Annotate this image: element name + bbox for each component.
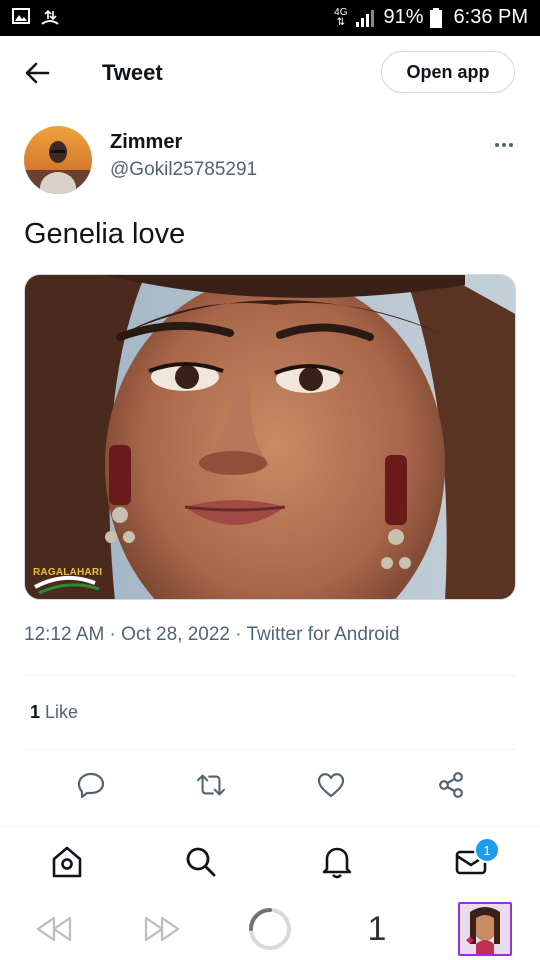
data-arrows-icon: ⇅ <box>336 16 345 28</box>
signal-icon <box>356 9 375 27</box>
rewind-icon <box>36 916 72 942</box>
fast-forward-icon <box>144 916 180 942</box>
battery-icon <box>429 7 442 28</box>
retweet-icon <box>196 774 226 796</box>
reply-button[interactable] <box>76 770 106 800</box>
nav-home[interactable] <box>50 845 84 879</box>
author-avatar[interactable] <box>24 126 92 194</box>
avatar-image <box>24 126 92 194</box>
browser-reload-button[interactable] <box>246 908 294 950</box>
heart-icon <box>317 773 345 798</box>
thumbnail-image <box>460 904 510 954</box>
like-count-label: Like <box>40 702 79 722</box>
more-options-button[interactable] <box>488 138 520 152</box>
like-count-number: 1 <box>30 702 41 722</box>
portrait-photo <box>25 275 515 599</box>
home-icon <box>52 846 82 878</box>
bell-icon <box>322 847 352 879</box>
status-left-icons <box>12 8 60 26</box>
top-bar: Tweet Open app <box>0 36 540 112</box>
divider <box>24 749 516 750</box>
status-bar: 4G ⇅ 91% 6:36 PM <box>0 0 540 36</box>
status-right-icons: 4G ⇅ 91% 6:36 PM <box>334 6 528 29</box>
open-app-button[interactable]: Open app <box>381 51 515 93</box>
more-dot <box>502 143 506 147</box>
search-icon <box>186 847 216 877</box>
more-dot <box>495 143 499 147</box>
nav-search[interactable] <box>184 845 218 879</box>
back-button[interactable] <box>20 58 54 88</box>
battery-percent: 91% <box>383 6 424 28</box>
gallery-notification-icon <box>12 8 30 24</box>
author-name[interactable]: Zimmer <box>110 131 182 154</box>
like-count[interactable]: 1 Like <box>30 702 78 723</box>
tab-count[interactable]: 1 <box>362 908 392 950</box>
more-dot <box>509 143 513 147</box>
like-button[interactable] <box>316 770 346 800</box>
bottom-nav <box>0 826 540 899</box>
browser-forward-button[interactable] <box>140 908 184 950</box>
retweet-button[interactable] <box>196 770 226 800</box>
nav-notifications[interactable] <box>320 845 354 879</box>
divider <box>24 675 516 676</box>
browser-back-button[interactable] <box>32 908 76 950</box>
profile-thumbnail[interactable] <box>458 902 512 956</box>
arrow-left-icon <box>25 62 50 84</box>
tweet-actions <box>0 762 540 808</box>
tweet-photo[interactable]: RAGALAHARI <box>24 274 516 600</box>
network-indicator: 4G ⇅ <box>334 6 348 28</box>
share-button[interactable] <box>436 770 466 800</box>
author-handle[interactable]: @Gokil25785291 <box>110 159 257 181</box>
reply-icon <box>77 772 105 798</box>
clock: 6:36 PM <box>453 6 528 28</box>
photo-watermark: RAGALAHARI <box>33 567 103 578</box>
usb-transfer-icon <box>41 9 59 25</box>
tweet-timestamp: 12:12 AM · Oct 28, 2022 · Twitter for An… <box>24 624 400 645</box>
share-icon <box>439 772 463 798</box>
page-title: Tweet <box>102 60 163 85</box>
tweet-text: Genelia love <box>24 218 186 250</box>
messages-badge: 1 <box>474 837 500 863</box>
loading-spinner-icon <box>249 908 291 950</box>
network-type: 4G <box>334 6 348 18</box>
